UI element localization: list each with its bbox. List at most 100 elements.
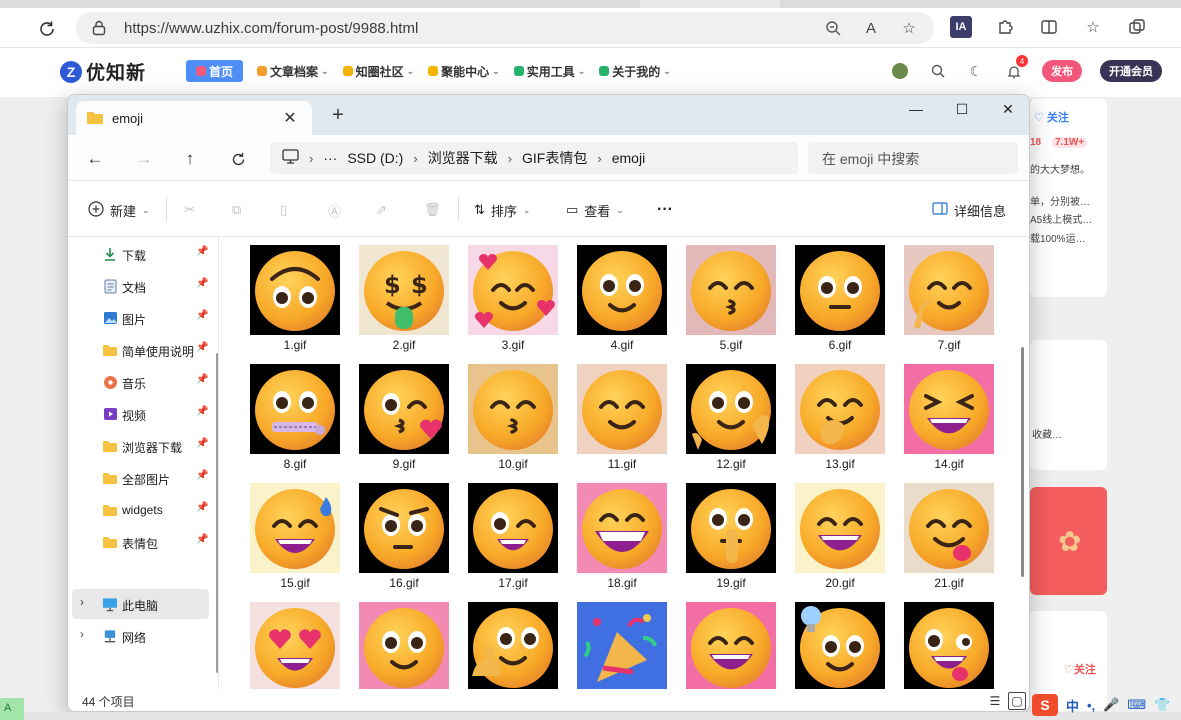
language-indicator[interactable]: 中 <box>1066 696 1079 715</box>
microphone-icon[interactable]: 🎤 <box>1103 697 1119 713</box>
sort-button[interactable]: ⇅ 排序 ⌄ <box>474 199 530 221</box>
close-icon[interactable]: ✕ <box>280 108 300 128</box>
more-options-button[interactable]: ··· <box>657 199 673 221</box>
file-item[interactable]: 9.gif <box>354 356 454 472</box>
sidebar-item[interactable]: 浏览器下载 📌 <box>68 431 213 461</box>
avatar[interactable] <box>890 61 910 81</box>
breadcrumb-item[interactable]: emoji <box>612 150 645 166</box>
details-view-icon[interactable]: ☰ <box>986 692 1004 710</box>
sidebar-item[interactable]: 下载 📌 <box>68 239 213 269</box>
share-icon[interactable]: ⇗ <box>376 199 387 221</box>
follow-link[interactable]: ♡ 关注 <box>1034 109 1069 125</box>
nav-energy-center[interactable]: 聚能中心 ⌄ <box>428 60 500 82</box>
details-button[interactable]: 详细信息 <box>932 199 1006 221</box>
delete-icon[interactable]: 🗑 <box>424 199 441 221</box>
pin-icon[interactable]: 📌 <box>196 278 208 289</box>
favorite-star-icon[interactable]: ☆ <box>898 17 920 39</box>
sidebar-tree-item[interactable]: › 此电脑 <box>72 589 209 619</box>
up-button[interactable]: ↑ <box>178 147 202 171</box>
site-logo[interactable]: Z 优知新 <box>60 58 146 85</box>
corner-widget[interactable]: A <box>0 698 24 720</box>
dark-mode-icon[interactable]: ☾ <box>966 61 986 81</box>
nav-tools[interactable]: 实用工具 ⌄ <box>513 60 585 82</box>
file-item[interactable]: 25.gif <box>572 594 672 689</box>
refresh-icon[interactable] <box>34 16 60 42</box>
file-item[interactable]: 16.gif <box>354 475 454 591</box>
lock-icon[interactable] <box>92 20 106 39</box>
pin-icon[interactable]: 📌 <box>196 438 208 449</box>
pin-icon[interactable]: 📌 <box>196 310 208 321</box>
back-button[interactable]: ← <box>83 147 107 171</box>
breadcrumb-item[interactable]: 浏览器下载 <box>428 148 498 168</box>
content-scrollbar[interactable] <box>1021 347 1024 577</box>
computer-icon[interactable] <box>282 149 299 167</box>
large-icons-view-icon[interactable]: ▢ <box>1008 692 1026 710</box>
chevron-right-icon[interactable]: › <box>80 595 84 609</box>
pin-icon[interactable]: 📌 <box>196 502 208 513</box>
file-item[interactable]: 6.gif <box>790 237 890 353</box>
search-input[interactable]: 在 emoji 中搜索 <box>808 142 1018 174</box>
forward-button[interactable]: → <box>132 147 156 171</box>
bell-icon[interactable]: 4 <box>1004 55 1028 81</box>
breadcrumb-item[interactable]: SSD (D:) <box>347 150 403 166</box>
sidebar-scrollbar[interactable] <box>216 353 218 673</box>
sidebar-tree-item[interactable]: › 网络 <box>68 621 213 651</box>
nav-home[interactable]: 首页 <box>186 60 244 82</box>
sidebar-item[interactable]: 视频 📌 <box>68 399 213 429</box>
promo-banner[interactable]: ✿ <box>1030 487 1107 595</box>
split-screen-icon[interactable] <box>1038 16 1060 38</box>
maximize-button[interactable]: ☐ <box>939 95 985 123</box>
sidebar-item[interactable]: 全部图片 📌 <box>68 463 213 493</box>
sidebar-item[interactable]: 图片 📌 <box>68 303 213 333</box>
breadcrumb[interactable]: › ··· SSD (D:) › 浏览器下载 › GIF表情包 › emoji <box>270 142 798 174</box>
ime-icon[interactable]: S <box>1032 694 1058 716</box>
file-item[interactable]: 4.gif <box>572 237 672 353</box>
nav-community[interactable]: 知圈社区 ⌄ <box>342 60 414 82</box>
file-item[interactable]: 7.gif <box>899 237 999 353</box>
chevron-right-icon[interactable]: › <box>80 627 84 641</box>
minimize-button[interactable]: — <box>893 95 939 123</box>
close-window-button[interactable]: ✕ <box>985 95 1029 123</box>
publish-button[interactable]: 发布 <box>1042 60 1082 82</box>
file-item[interactable]: 12.gif <box>681 356 781 472</box>
file-item[interactable]: 3.gif <box>463 237 563 353</box>
file-item[interactable]: 10.gif <box>463 356 563 472</box>
file-item[interactable]: $ $2.gif <box>354 237 454 353</box>
pin-icon[interactable]: 📌 <box>196 470 208 481</box>
sidebar-item[interactable]: 简单使用说明 📌 <box>68 335 213 365</box>
sidebar-item[interactable]: 文档 📌 <box>68 271 213 301</box>
vip-button[interactable]: 开通会员 <box>1100 60 1162 82</box>
paste-icon[interactable]: ▯ <box>280 199 287 221</box>
file-item[interactable]: 14.gif <box>899 356 999 472</box>
pin-icon[interactable]: 📌 <box>196 374 208 385</box>
file-item[interactable]: 11.gif <box>572 356 672 472</box>
shirt-icon[interactable]: 👕 <box>1154 697 1170 713</box>
breadcrumb-more[interactable]: ··· <box>323 150 337 166</box>
file-item[interactable]: 21.gif <box>899 475 999 591</box>
refresh-button[interactable] <box>226 147 250 171</box>
file-item[interactable]: 20.gif <box>790 475 890 591</box>
nav-about[interactable]: 关于我的 ⌄ <box>599 60 671 82</box>
file-item[interactable]: 26.gif <box>681 594 781 689</box>
favorites-icon[interactable]: ☆ <box>1082 16 1104 38</box>
new-button[interactable]: 新建 ⌄ <box>88 199 150 221</box>
file-item[interactable]: 8.gif <box>245 356 345 472</box>
pin-icon[interactable]: 📌 <box>196 534 208 545</box>
read-aloud-icon[interactable]: A <box>860 17 882 39</box>
keyboard-icon[interactable]: ⌨ <box>1127 697 1146 713</box>
file-item[interactable]: 28.gif <box>899 594 999 689</box>
search-icon[interactable] <box>928 61 948 81</box>
new-tab-button[interactable]: + <box>326 105 350 125</box>
sidebar-item[interactable]: 表情包 📌 <box>68 527 213 557</box>
address-bar[interactable]: https://www.uzhix.com/forum-post/9988.ht… <box>76 12 934 44</box>
url-text[interactable]: https://www.uzhix.com/forum-post/9988.ht… <box>124 20 418 37</box>
file-item[interactable]: 15.gif <box>245 475 345 591</box>
zoom-icon[interactable] <box>822 17 844 39</box>
extensions-icon[interactable] <box>994 16 1016 38</box>
file-item[interactable]: 24.gif <box>463 594 563 689</box>
file-item[interactable]: 1.gif <box>245 237 345 353</box>
sidebar-item[interactable]: 音乐 📌 <box>68 367 213 397</box>
file-item[interactable]: 13.gif <box>790 356 890 472</box>
pin-icon[interactable]: 📌 <box>196 246 208 257</box>
file-item[interactable]: 5.gif <box>681 237 781 353</box>
